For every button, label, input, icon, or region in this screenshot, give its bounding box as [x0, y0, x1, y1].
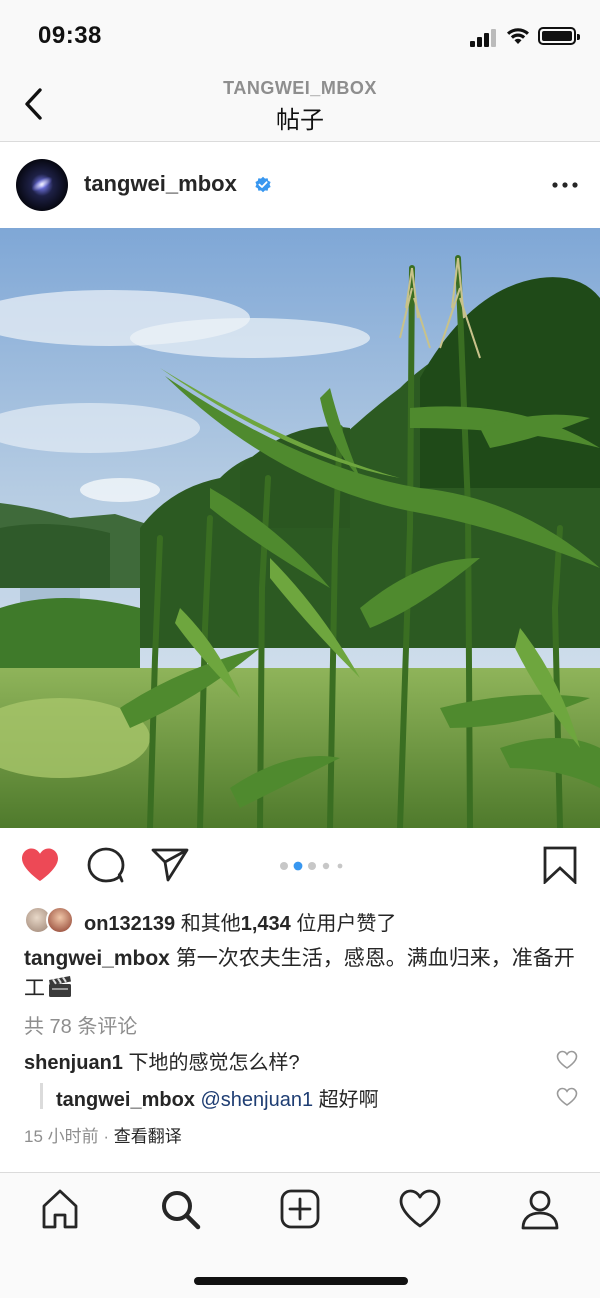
clapper-board-emoji-icon — [49, 976, 71, 997]
reply-username[interactable]: tangwei_mbox — [56, 1089, 195, 1111]
comment-text: 下地的感觉怎么样? — [128, 1052, 300, 1074]
navigation-bar: TANGWEI_MBOX 帖子 — [0, 70, 600, 142]
activity-heart-icon[interactable] — [398, 1187, 442, 1231]
home-indicator[interactable] — [194, 1277, 408, 1285]
like-heart-icon[interactable] — [20, 846, 60, 884]
post-username[interactable]: tangwei_mbox — [84, 171, 237, 197]
post-caption: tangwei_mbox 第一次农夫生活，感恩。满血归来，准备开工 — [24, 944, 580, 1004]
post-photo[interactable] — [0, 228, 600, 828]
carousel-dot — [322, 862, 330, 870]
reply-text: 超好啊 — [318, 1089, 379, 1111]
avatar[interactable] — [16, 159, 68, 211]
comment-icon[interactable] — [86, 846, 126, 884]
comment-username[interactable]: shenjuan1 — [24, 1052, 123, 1074]
wifi-icon — [507, 28, 529, 44]
meta-separator: · — [98, 1127, 114, 1146]
nav-account-name: TANGWEI_MBOX — [223, 78, 377, 98]
bottom-tab-bar — [0, 1172, 600, 1298]
post-time: 15 小时前 — [24, 1127, 99, 1146]
see-translation-link[interactable]: 查看翻译 — [114, 1127, 182, 1146]
carousel-indicator — [280, 861, 343, 871]
status-time: 09:38 — [38, 22, 102, 49]
reply-row: tangwei_mbox @shenjuan1 超好啊 — [56, 1083, 536, 1112]
post-header: tangwei_mbox — [0, 143, 600, 228]
reply-like-heart-icon[interactable] — [556, 1087, 578, 1107]
reply-thread-line — [40, 1083, 43, 1109]
share-send-icon[interactable] — [150, 846, 190, 884]
liker-avatar — [46, 906, 74, 934]
reply-mention[interactable]: @shenjuan1 — [200, 1089, 313, 1111]
comment-like-heart-icon[interactable] — [556, 1050, 578, 1070]
search-icon[interactable] — [158, 1187, 202, 1231]
carousel-dot — [280, 862, 288, 870]
status-bar: 09:38 — [0, 0, 600, 70]
likes-text: on132139 和其他1,434 位用户赞了 — [84, 907, 396, 936]
save-bookmark-icon[interactable] — [540, 846, 580, 884]
likes-and-others: 和其他 — [180, 913, 241, 935]
post-actions — [0, 828, 600, 900]
caption-username[interactable]: tangwei_mbox — [24, 947, 170, 970]
likes-suffix: 位用户赞了 — [296, 913, 397, 935]
home-icon[interactable] — [38, 1187, 82, 1231]
liker-username[interactable]: on132139 — [84, 913, 175, 935]
profile-icon[interactable] — [518, 1187, 562, 1231]
more-options-icon[interactable] — [550, 179, 580, 191]
carousel-dot — [308, 862, 316, 870]
carousel-dot-active — [293, 861, 303, 871]
cellular-signal-icon — [470, 27, 498, 47]
carousel-dot — [337, 863, 343, 869]
add-post-icon[interactable] — [278, 1187, 322, 1231]
view-all-comments[interactable]: 共 78 条评论 — [24, 1010, 137, 1039]
battery-icon — [538, 27, 580, 45]
likes-count[interactable]: 1,434 — [241, 913, 291, 935]
post-meta: 15 小时前 · 查看翻译 — [24, 1122, 182, 1147]
verified-badge-icon — [255, 176, 271, 193]
page-title: 帖子 — [276, 107, 324, 134]
comment-row: shenjuan1 下地的感觉怎么样? — [24, 1046, 544, 1075]
likes-row[interactable]: on132139 和其他1,434 位用户赞了 — [24, 905, 584, 937]
